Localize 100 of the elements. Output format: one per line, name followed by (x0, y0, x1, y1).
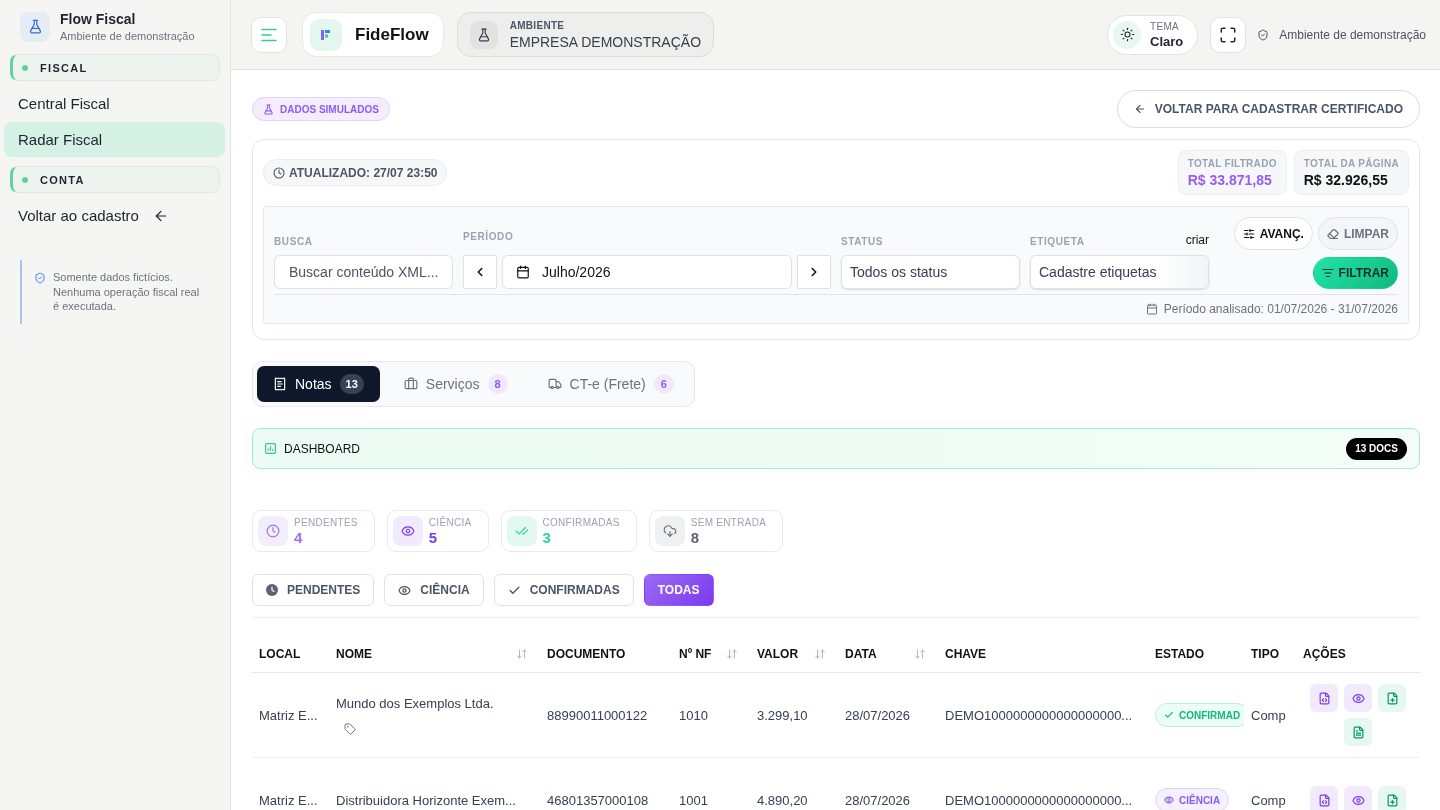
bullet-icon (22, 176, 28, 183)
logo-icon (310, 18, 342, 51)
next-month-button[interactable] (797, 255, 831, 289)
column-header: Nº NF (679, 647, 712, 661)
menu-button[interactable] (251, 16, 287, 53)
add-file-button[interactable] (1378, 684, 1406, 712)
create-link[interactable]: criar (1185, 233, 1209, 247)
arrow-left-icon (1133, 103, 1146, 115)
nav-item[interactable]: Radar Fiscal (4, 122, 225, 157)
table-cell: 28/07/2026 (845, 707, 911, 723)
file-icon (1351, 725, 1365, 739)
total-value: R$ 33.871,85 (1187, 171, 1273, 188)
table-cell: 28/07/2026 (845, 792, 911, 808)
shield-icon (34, 272, 46, 284)
theme-toggle[interactable]: TEMA Claro (1107, 14, 1199, 55)
eye-icon (1351, 691, 1365, 705)
column-header: NOME (336, 647, 372, 661)
tag-select[interactable]: Cadastre etiquetas (1030, 255, 1209, 289)
status-badge: CIÊNCIA (1155, 788, 1230, 810)
shield-icon (1257, 28, 1270, 41)
sort-icon[interactable] (814, 648, 826, 660)
sort-icon[interactable] (914, 648, 926, 660)
clock-icon (273, 166, 285, 179)
field-label: BUSCA (274, 236, 314, 247)
filter-icon (1321, 267, 1334, 279)
tab[interactable]: Notas 13 (257, 366, 380, 402)
stat-label: CIÊNCIA (428, 516, 472, 528)
sliders-icon (1242, 227, 1255, 240)
section-title: FISCAL (40, 61, 88, 74)
calendar-icon (516, 265, 530, 279)
eye-icon (398, 583, 412, 597)
field-label: PERÍODO (463, 231, 515, 242)
flask-icon (469, 20, 498, 49)
filter-button[interactable]: FILTRAR (1312, 257, 1398, 289)
sun-icon (1113, 20, 1141, 49)
table-cell: Mundo dos Exemplos Ltda. (336, 695, 494, 711)
advanced-button[interactable]: AVANÇ. (1233, 217, 1313, 250)
column-header: AÇÕES (1303, 647, 1346, 661)
table-cell: DEMO1000000000000000000... (945, 707, 1133, 723)
table-cell: Comp (1251, 792, 1286, 808)
status-filter-button[interactable]: TODAS (643, 574, 714, 606)
column-header: DATA (845, 647, 877, 661)
eye-icon (392, 516, 423, 546)
tab[interactable]: CT-e (Frete) 6 (531, 366, 690, 402)
column-header: TIPO (1251, 647, 1279, 661)
total-value: R$ 32.926,55 (1303, 171, 1389, 188)
eye-icon (1351, 793, 1365, 807)
menu-icon (261, 27, 277, 42)
count-badge: 13 (339, 374, 364, 394)
clear-button[interactable]: LIMPAR (1317, 217, 1398, 250)
nav-item[interactable]: Voltar ao cadastro (4, 198, 225, 233)
fullscreen-button[interactable] (1210, 16, 1247, 53)
table-cell: 4.890,20 (757, 792, 808, 808)
code-file-icon (1317, 793, 1331, 807)
document-button[interactable] (1310, 684, 1338, 712)
bar-chart-icon (265, 443, 276, 454)
stat-value: 8 (690, 529, 701, 546)
notice-text: Somente dados fictícios. Nenhuma operação fiscal real é executada. (53, 270, 201, 314)
dashboard-title: DASHBOARD (284, 441, 360, 456)
file-button[interactable] (1344, 718, 1372, 746)
table-cell: 1010 (679, 707, 708, 723)
field-label: ETIQUETA (1030, 236, 1085, 247)
add-file-button[interactable] (1378, 786, 1406, 810)
search-field[interactable]: Buscar conteúdo XML... (274, 255, 453, 289)
status-badge: CONFIRMAD (1155, 703, 1244, 727)
flask-icon (20, 11, 50, 42)
environment-name: EMPRESA DEMONSTRAÇÃO (509, 33, 702, 50)
back-button[interactable]: VOLTAR PARA CADASTRAR CERTIFICADO (1116, 90, 1420, 128)
table-cell: Matriz E... (259, 707, 318, 723)
code-file-icon (1317, 691, 1331, 705)
table-cell: 1001 (679, 792, 708, 808)
simulated-data-badge: DADOS SIMULADOS (252, 97, 390, 121)
sort-icon[interactable] (726, 648, 738, 660)
stat-value: 4 (294, 529, 304, 546)
environment-notice: Ambiente de demonstração (1279, 27, 1426, 42)
section-title: CONTA (40, 173, 85, 186)
stat-value: 3 (542, 529, 552, 546)
file-plus-icon (1385, 691, 1399, 705)
view-button[interactable] (1344, 786, 1372, 810)
sort-icon[interactable] (516, 648, 528, 660)
flask-icon (263, 103, 274, 115)
nav-item[interactable]: Central Fiscal (4, 86, 225, 121)
status-select[interactable]: Todos os status (841, 255, 1020, 289)
previous-month-button[interactable] (463, 255, 497, 289)
clock-icon (266, 584, 278, 596)
double-check-icon (506, 516, 537, 546)
theme-label: TEMA (1150, 20, 1180, 32)
table-cell: 46801357000108 (547, 792, 649, 808)
month-picker[interactable]: Julho/2026 (502, 255, 792, 289)
total-label: TOTAL DA PÁGINA (1303, 157, 1399, 169)
status-filter-button[interactable]: CONFIRMADAS (493, 574, 634, 606)
eraser-icon (1326, 227, 1339, 240)
status-filter-button[interactable]: CIÊNCIA (384, 574, 484, 606)
briefcase-icon (403, 377, 418, 391)
status-filter-button[interactable]: PENDENTES (252, 574, 375, 606)
tag-button[interactable] (344, 722, 356, 735)
view-button[interactable] (1344, 684, 1372, 712)
document-button[interactable] (1310, 786, 1338, 810)
tab[interactable]: Serviços 8 (387, 366, 524, 402)
stat-label: CONFIRMADAS (542, 516, 620, 528)
